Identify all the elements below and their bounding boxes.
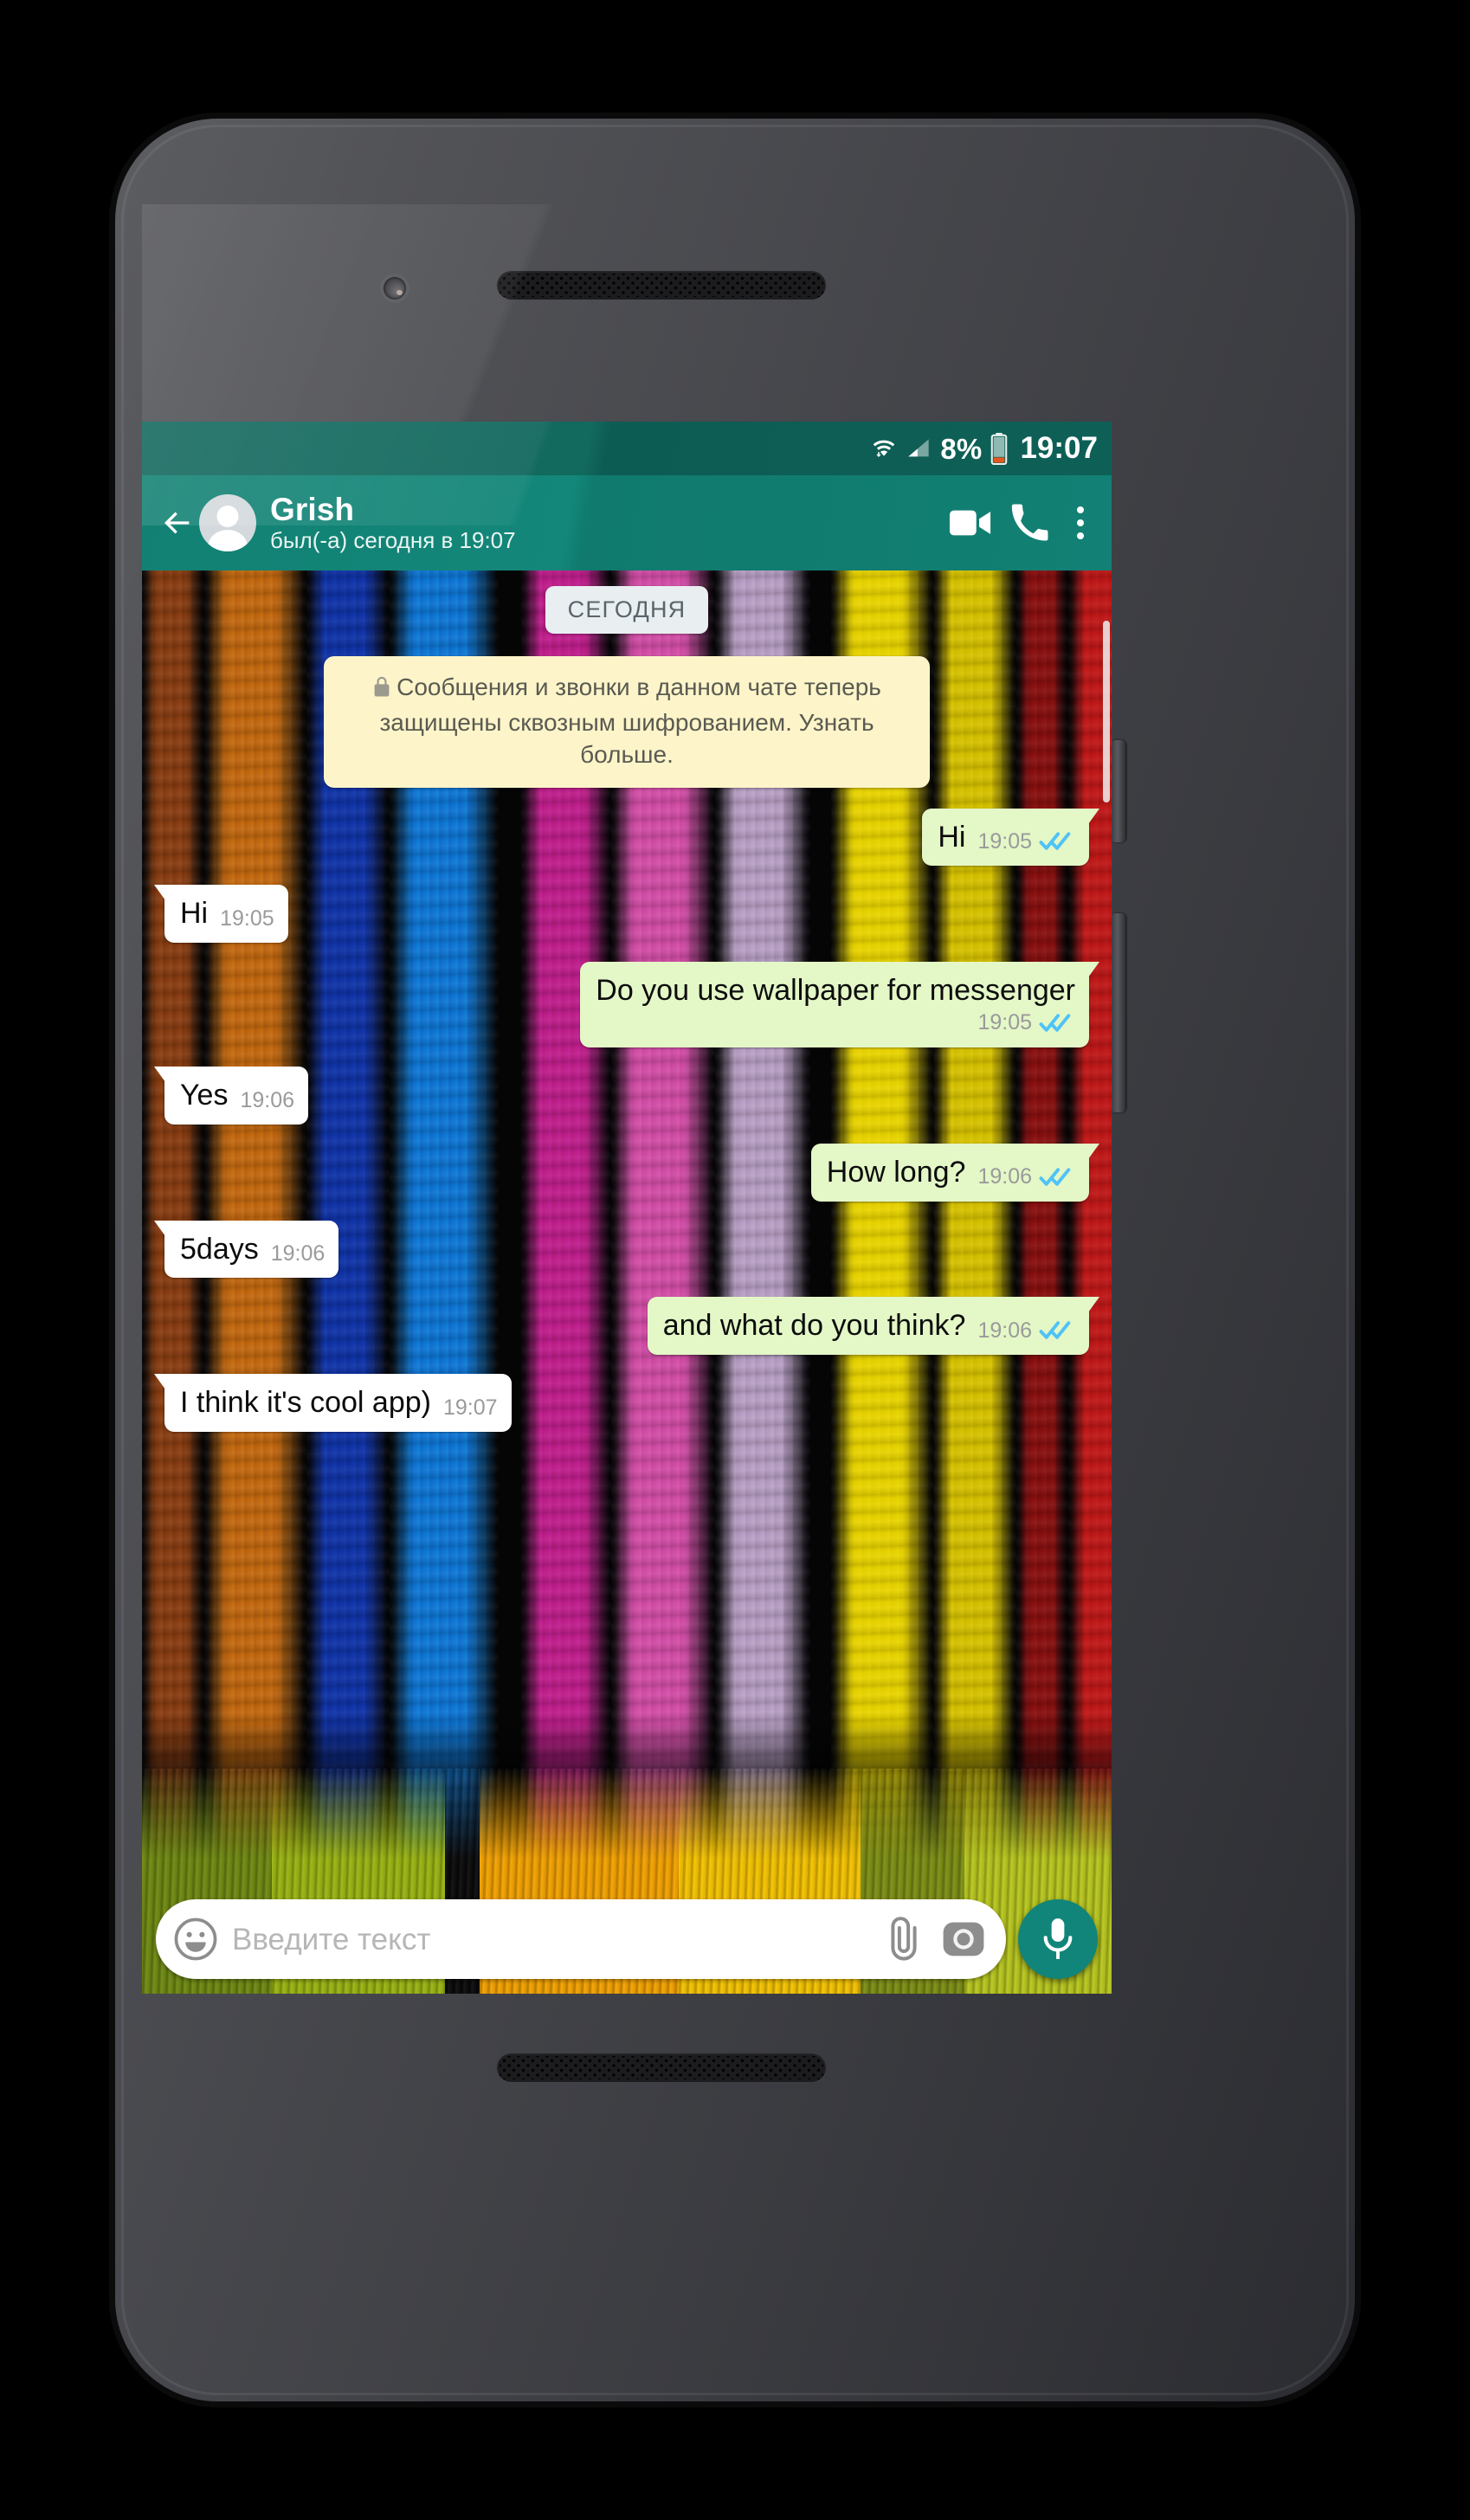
bottom-speaker-icon [497,2053,826,2082]
power-button[interactable] [1111,740,1125,842]
message-timestamp: 19:05 [220,906,274,931]
message-row: Hi 19:05 [154,808,1099,867]
attachment-clip-icon[interactable] [881,1915,926,1963]
front-camera-icon [384,277,406,300]
day-divider-row: СЕГОДНЯ [154,586,1099,634]
encryption-notice-text: Сообщения и звонки в данном чате теперь … [379,674,881,769]
messages-container: Hi 19:05 Hi 19:05 Do you use wallpaper for m… [153,808,1100,1451]
incoming-message-bubble[interactable]: 5days 19:06 [153,1220,339,1279]
message-meta: 19:06 [271,1243,326,1266]
message-timestamp: 19:06 [240,1087,295,1112]
message-row: Yes 19:06 [153,1066,1099,1125]
message-row: and what do you think? 19:06 [154,1297,1100,1356]
message-text: 5days [180,1232,259,1266]
contact-name: Grish [270,491,355,527]
message-meta: 19:06 [977,1319,1075,1344]
message-text: How long? [826,1155,966,1189]
message-meta: 19:07 [442,1395,498,1421]
app-bar-actions [944,496,1099,550]
read-receipt-icon [1039,1166,1075,1189]
message-row: I think it's cool app) 19:07 [154,1374,1099,1432]
lock-icon [372,674,391,706]
battery-percent-label: 8% [940,432,983,465]
message-list[interactable]: СЕГОДНЯ Сообщения и звонки в данном чате… [142,570,1112,1994]
outgoing-message-bubble[interactable]: and what do you think? 19:06 [647,1297,1100,1356]
message-text: Hi [180,897,209,931]
message-composer-bar: Введите текст [142,1897,1112,1982]
message-meta: 19:05 [977,1012,1075,1036]
camera-icon[interactable] [940,1916,987,1963]
more-options-icon[interactable] [1061,496,1099,550]
message-meta: 19:05 [220,908,274,931]
read-receipt-icon [1039,1319,1075,1342]
message-row: Do you use wallpaper for messenger 19:05 [154,962,1099,1047]
message-timestamp: 19:06 [270,1241,326,1266]
message-timestamp: 19:07 [442,1395,498,1420]
back-arrow-icon[interactable] [152,498,203,548]
incoming-message-bubble[interactable]: I think it's cool app) 19:07 [154,1374,512,1432]
wifi-icon [871,435,897,461]
encryption-notice[interactable]: Сообщения и звонки в данном чате теперь … [324,656,930,788]
phone-call-icon[interactable] [1003,496,1056,550]
contact-info[interactable]: Grish был(-а) сегодня в 19:07 [270,493,944,552]
message-text: Hi [938,820,966,854]
message-row: Hi 19:05 [154,885,1099,944]
outgoing-message-bubble[interactable]: Do you use wallpaper for messenger 19:05 [580,962,1099,1047]
chat-scrollbar[interactable] [1103,621,1110,802]
message-meta: 19:06 [977,1166,1075,1190]
message-meta: 19:05 [977,830,1075,854]
day-divider-label: СЕГОДНЯ [545,586,709,634]
message-text: Do you use wallpaper for messenger [596,974,1075,1008]
volume-rocker-button[interactable] [1111,913,1125,1112]
message-text: Yes [180,1078,229,1112]
message-timestamp: 19:06 [977,1164,1032,1189]
composer-field[interactable]: Введите текст [156,1899,1006,1979]
message-meta: 19:06 [240,1087,295,1113]
contact-avatar[interactable] [199,494,256,551]
emoji-icon[interactable] [173,1917,218,1962]
read-receipt-icon [1039,1012,1075,1034]
battery-icon [990,432,1008,465]
cellular-signal-icon [906,436,932,461]
message-row: How long? 19:06 [154,1143,1100,1202]
incoming-message-bubble[interactable]: Hi 19:05 [154,885,288,944]
chat-app-bar: Grish был(-а) сегодня в 19:07 [142,475,1112,570]
message-text: and what do you think? [662,1309,966,1343]
message-row: 5days 19:06 [153,1220,1099,1279]
outgoing-message-bubble[interactable]: Hi 19:05 [922,808,1099,867]
earpiece-speaker-icon [497,271,826,300]
read-receipt-icon [1039,830,1075,853]
message-input-placeholder[interactable]: Введите текст [232,1924,867,1955]
status-bar: 8% 19:07 [142,422,1112,475]
screenshot-root: 8% 19:07 Grish был(-а) сегодня в 19:07 С… [0,0,1470,2520]
incoming-message-bubble[interactable]: Yes 19:06 [153,1066,309,1125]
message-text: I think it's cool app) [180,1386,431,1420]
status-bar-clock: 19:07 [1020,431,1098,465]
last-seen-status: был(-а) сегодня в 19:07 [270,526,516,553]
encryption-notice-row: Сообщения и звонки в данном чате теперь … [154,656,1099,788]
message-timestamp: 19:06 [977,1318,1032,1343]
microphone-icon[interactable] [1018,1899,1098,1979]
phone-screen: 8% 19:07 Grish был(-а) сегодня в 19:07 С… [142,422,1112,1994]
message-timestamp: 19:05 [977,828,1032,854]
video-call-icon[interactable] [944,496,997,550]
outgoing-message-bubble[interactable]: How long? 19:06 [810,1143,1100,1202]
message-timestamp: 19:05 [977,1010,1032,1035]
